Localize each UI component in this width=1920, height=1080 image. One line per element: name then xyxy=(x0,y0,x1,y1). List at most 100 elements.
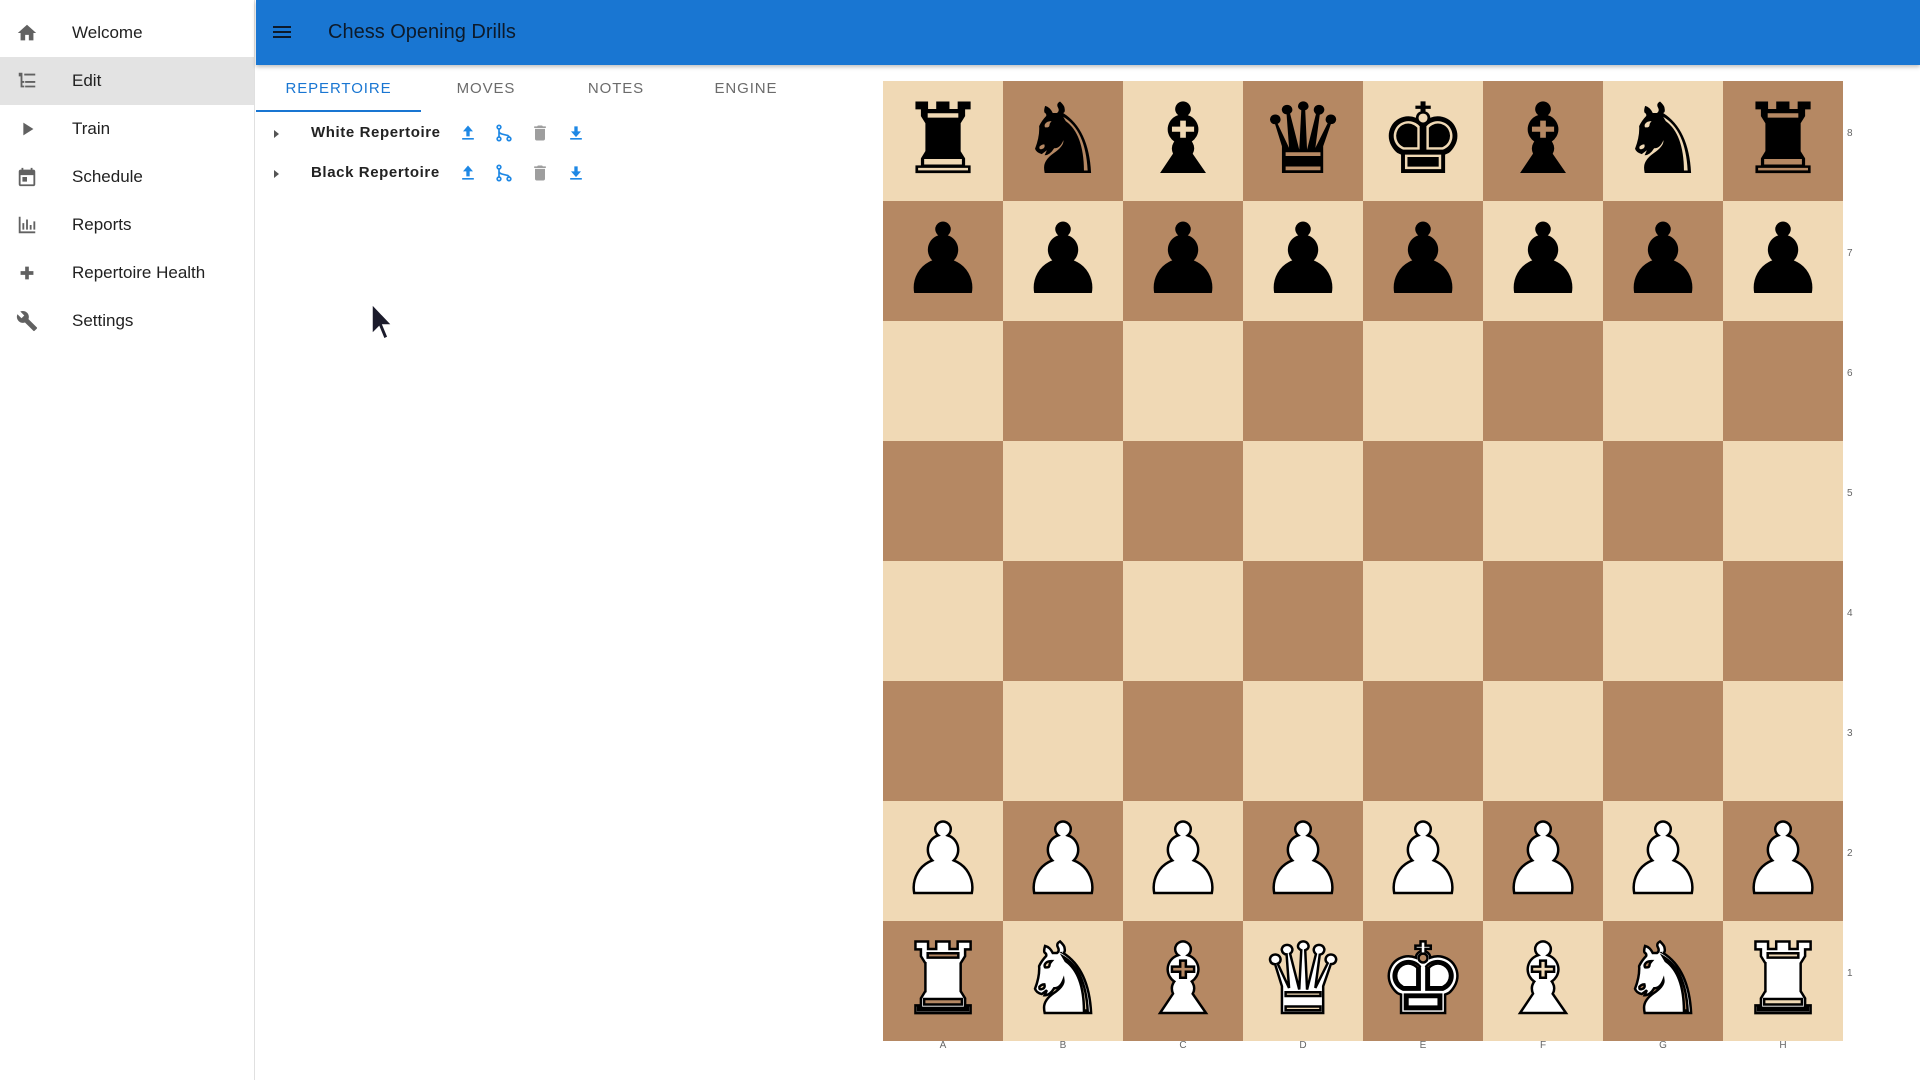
white-bishop-piece[interactable]: ♝ xyxy=(1123,921,1243,1041)
black-pawn-piece[interactable]: ♟ xyxy=(1243,201,1363,321)
square-h3[interactable] xyxy=(1723,681,1843,801)
white-pawn-piece[interactable]: ♟ xyxy=(1363,801,1483,921)
square-d2[interactable]: ♟ xyxy=(1243,801,1363,921)
upload-icon[interactable] xyxy=(456,121,480,145)
square-d4[interactable] xyxy=(1243,561,1363,681)
tab-notes[interactable]: NOTES xyxy=(551,66,681,112)
square-c2[interactable]: ♟ xyxy=(1123,801,1243,921)
square-a5[interactable] xyxy=(883,441,1003,561)
square-c6[interactable] xyxy=(1123,321,1243,441)
square-b7[interactable]: ♟ xyxy=(1003,201,1123,321)
source-branch-icon[interactable] xyxy=(492,161,516,185)
square-g3[interactable] xyxy=(1603,681,1723,801)
square-b6[interactable] xyxy=(1003,321,1123,441)
square-b4[interactable] xyxy=(1003,561,1123,681)
white-pawn-piece[interactable]: ♟ xyxy=(1003,801,1123,921)
square-f5[interactable] xyxy=(1483,441,1603,561)
square-h2[interactable]: ♟ xyxy=(1723,801,1843,921)
white-pawn-piece[interactable]: ♟ xyxy=(1603,801,1723,921)
black-pawn-piece[interactable]: ♟ xyxy=(1483,201,1603,321)
sidebar-item-schedule[interactable]: Schedule xyxy=(0,153,254,201)
square-f4[interactable] xyxy=(1483,561,1603,681)
square-a1[interactable]: ♜ xyxy=(883,921,1003,1041)
square-e6[interactable] xyxy=(1363,321,1483,441)
white-pawn-piece[interactable]: ♟ xyxy=(1723,801,1843,921)
square-f8[interactable]: ♝ xyxy=(1483,81,1603,201)
square-g8[interactable]: ♞ xyxy=(1603,81,1723,201)
square-b2[interactable]: ♟ xyxy=(1003,801,1123,921)
square-f6[interactable] xyxy=(1483,321,1603,441)
square-a2[interactable]: ♟ xyxy=(883,801,1003,921)
white-pawn-piece[interactable]: ♟ xyxy=(1483,801,1603,921)
white-knight-piece[interactable]: ♞ xyxy=(1003,921,1123,1041)
square-c3[interactable] xyxy=(1123,681,1243,801)
square-g4[interactable] xyxy=(1603,561,1723,681)
sidebar-item-edit[interactable]: Edit xyxy=(0,57,254,105)
sidebar-item-reports[interactable]: Reports xyxy=(0,201,254,249)
square-h8[interactable]: ♜ xyxy=(1723,81,1843,201)
square-b3[interactable] xyxy=(1003,681,1123,801)
white-rook-piece[interactable]: ♜ xyxy=(1723,921,1843,1041)
square-c8[interactable]: ♝ xyxy=(1123,81,1243,201)
delete-icon[interactable] xyxy=(528,161,552,185)
tab-engine[interactable]: ENGINE xyxy=(681,66,811,112)
square-g2[interactable]: ♟ xyxy=(1603,801,1723,921)
white-pawn-piece[interactable]: ♟ xyxy=(1243,801,1363,921)
square-c4[interactable] xyxy=(1123,561,1243,681)
square-e8[interactable]: ♚ xyxy=(1363,81,1483,201)
square-e5[interactable] xyxy=(1363,441,1483,561)
white-pawn-piece[interactable]: ♟ xyxy=(1123,801,1243,921)
black-pawn-piece[interactable]: ♟ xyxy=(1003,201,1123,321)
square-b8[interactable]: ♞ xyxy=(1003,81,1123,201)
square-h1[interactable]: ♜ xyxy=(1723,921,1843,1041)
square-h5[interactable] xyxy=(1723,441,1843,561)
black-bishop-piece[interactable]: ♝ xyxy=(1483,81,1603,201)
sidebar-item-settings[interactable]: Settings xyxy=(0,297,254,345)
square-g6[interactable] xyxy=(1603,321,1723,441)
black-queen-piece[interactable]: ♛ xyxy=(1243,81,1363,201)
square-g7[interactable]: ♟ xyxy=(1603,201,1723,321)
square-c7[interactable]: ♟ xyxy=(1123,201,1243,321)
sidebar-item-repertoire-health[interactable]: Repertoire Health xyxy=(0,249,254,297)
square-d5[interactable] xyxy=(1243,441,1363,561)
repertoire-label[interactable]: Black Repertoire xyxy=(311,153,440,193)
square-f3[interactable] xyxy=(1483,681,1603,801)
black-king-piece[interactable]: ♚ xyxy=(1363,81,1483,201)
square-d1[interactable]: ♛ xyxy=(1243,921,1363,1041)
square-b1[interactable]: ♞ xyxy=(1003,921,1123,1041)
square-f7[interactable]: ♟ xyxy=(1483,201,1603,321)
square-a7[interactable]: ♟ xyxy=(883,201,1003,321)
square-a4[interactable] xyxy=(883,561,1003,681)
square-d8[interactable]: ♛ xyxy=(1243,81,1363,201)
black-pawn-piece[interactable]: ♟ xyxy=(1723,201,1843,321)
square-a3[interactable] xyxy=(883,681,1003,801)
square-a6[interactable] xyxy=(883,321,1003,441)
download-icon[interactable] xyxy=(564,161,588,185)
square-e1[interactable]: ♚ xyxy=(1363,921,1483,1041)
upload-icon[interactable] xyxy=(456,161,480,185)
black-knight-piece[interactable]: ♞ xyxy=(1003,81,1123,201)
square-e7[interactable]: ♟ xyxy=(1363,201,1483,321)
square-a8[interactable]: ♜ xyxy=(883,81,1003,201)
black-pawn-piece[interactable]: ♟ xyxy=(1363,201,1483,321)
caret-right-icon[interactable] xyxy=(270,127,282,139)
source-branch-icon[interactable] xyxy=(492,121,516,145)
white-rook-piece[interactable]: ♜ xyxy=(883,921,1003,1041)
sidebar-item-train[interactable]: Train xyxy=(0,105,254,153)
square-f2[interactable]: ♟ xyxy=(1483,801,1603,921)
square-g1[interactable]: ♞ xyxy=(1603,921,1723,1041)
chess-board[interactable]: ♜ ♞ ♝ ♛ ♚ ♝ ♞ ♜ ♟ ♟ ♟ ♟ ♟ ♟ ♟ ♟ ♟ ♟ ♟ ♟ ♟ ♟ ♟ ♟ ♜ ♞ ♝ ♛ ♚ ♝ ♞ ♜ xyxy=(883,81,1843,1041)
caret-right-icon[interactable] xyxy=(270,167,282,179)
white-queen-piece[interactable]: ♛ xyxy=(1243,921,1363,1041)
square-e4[interactable] xyxy=(1363,561,1483,681)
black-bishop-piece[interactable]: ♝ xyxy=(1123,81,1243,201)
black-pawn-piece[interactable]: ♟ xyxy=(1123,201,1243,321)
tab-repertoire[interactable]: REPERTOIRE xyxy=(256,66,421,112)
white-king-piece[interactable]: ♚ xyxy=(1363,921,1483,1041)
white-pawn-piece[interactable]: ♟ xyxy=(883,801,1003,921)
square-d7[interactable]: ♟ xyxy=(1243,201,1363,321)
download-icon[interactable] xyxy=(564,121,588,145)
black-knight-piece[interactable]: ♞ xyxy=(1603,81,1723,201)
square-c1[interactable]: ♝ xyxy=(1123,921,1243,1041)
square-g5[interactable] xyxy=(1603,441,1723,561)
